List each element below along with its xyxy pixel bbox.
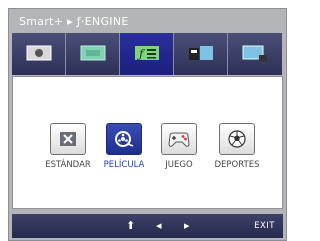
- gamepad-icon: [161, 123, 197, 155]
- mode-label: DEPORTES: [214, 160, 260, 170]
- mode-label: PELÍCULA: [103, 160, 145, 170]
- film-reel-icon: [106, 123, 142, 155]
- right-arrow-icon[interactable]: ▸: [184, 219, 190, 232]
- tab-tracking[interactable]: [174, 33, 228, 75]
- menu-title: Smart+ ▸ ƒ·ENGINE: [19, 15, 129, 28]
- soccer-ball-icon: [219, 123, 255, 155]
- exit-button[interactable]: EXIT: [254, 221, 275, 231]
- tab-f-engine[interactable]: ƒ: [120, 33, 174, 75]
- mode-panel: ESTÁNDAR PELÍCULA JUEGO DEPORTES: [12, 76, 283, 209]
- mode-game[interactable]: JUEGO: [152, 123, 206, 170]
- mode-label: ESTÁNDAR: [45, 160, 91, 170]
- up-arrow-icon[interactable]: ⬆: [126, 219, 135, 232]
- left-arrow-icon[interactable]: ◂: [156, 219, 162, 232]
- mode-sports[interactable]: DEPORTES: [210, 123, 264, 170]
- standard-icon: [50, 123, 86, 155]
- bottom-bar: ⬆ ◂ ▸ EXIT: [12, 214, 283, 238]
- color-icon: [80, 45, 106, 61]
- mode-standard[interactable]: ESTÁNDAR: [41, 123, 95, 170]
- mode-label: JUEGO: [165, 160, 193, 170]
- setup-icon: [242, 45, 267, 61]
- osd-menu: Smart+ ▸ ƒ·ENGINE ƒ ESTÁNDAR PELÍCULA JU…: [8, 8, 287, 241]
- tab-color[interactable]: [66, 33, 120, 75]
- f-engine-icon: ƒ: [135, 46, 159, 61]
- tab-picture[interactable]: [12, 33, 66, 75]
- tracking-icon: [189, 46, 213, 60]
- picture-icon: [26, 45, 52, 61]
- mode-movie[interactable]: PELÍCULA: [97, 123, 151, 170]
- tab-bar: ƒ: [12, 33, 283, 75]
- tab-setup[interactable]: [228, 33, 282, 75]
